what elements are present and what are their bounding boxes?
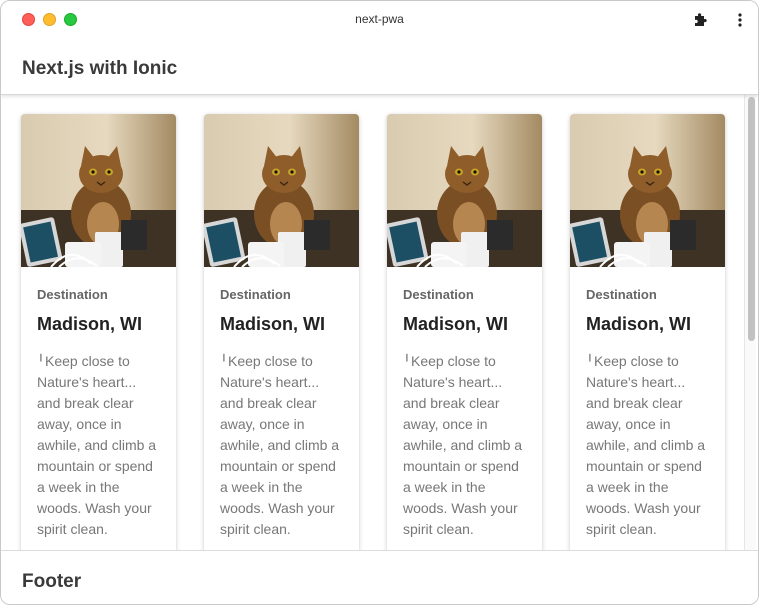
card-text-content: Keep close to Nature's heart... and brea… [403,353,523,537]
card-title: Madison, WI [586,314,691,334]
card-text-content: Keep close to Nature's heart... and brea… [220,353,340,537]
card-text: ╵Keep close to Nature's heart... and bre… [220,351,343,540]
card-title: Madison, WI [403,314,508,334]
page-title: Next.js with Ionic [22,58,178,79]
card-text: ╵Keep close to Nature's heart... and bre… [586,351,709,540]
destination-card[interactable]: Destination Madison, WI ╵Keep close to N… [21,114,176,550]
card-text: ╵Keep close to Nature's heart... and bre… [37,351,160,540]
card-body: Destination Madison, WI ╵Keep close to N… [570,267,725,540]
scrollbar-thumb[interactable] [748,97,755,341]
card-text-content: Keep close to Nature's heart... and brea… [37,353,157,537]
puzzle-piece-icon[interactable] [692,12,708,28]
destination-card[interactable]: Destination Madison, WI ╵Keep close to N… [570,114,725,550]
pin-icon: ╵ [586,354,594,369]
pin-icon: ╵ [403,354,411,369]
title-bar: next-pwa [1,1,758,39]
card-title: Madison, WI [37,314,142,334]
pin-icon: ╵ [220,354,228,369]
card-subtitle: Destination [586,287,657,302]
destination-card[interactable]: Destination Madison, WI ╵Keep close to N… [204,114,359,550]
card-subtitle: Destination [220,287,291,302]
card-body: Destination Madison, WI ╵Keep close to N… [387,267,542,540]
pin-icon: ╵ [37,354,45,369]
card-text-content: Keep close to Nature's heart... and brea… [586,353,706,537]
app-footer: Footer [1,550,758,604]
app-header: Next.js with Ionic [1,39,758,95]
card-image [204,114,359,267]
card-text: ╵Keep close to Nature's heart... and bre… [403,351,526,540]
card-body: Destination Madison, WI ╵Keep close to N… [21,267,176,540]
card-body: Destination Madison, WI ╵Keep close to N… [204,267,359,540]
card-image [21,114,176,267]
footer-title: Footer [22,571,82,592]
card-list: Destination Madison, WI ╵Keep close to N… [21,114,725,550]
card-title: Madison, WI [220,314,325,334]
card-subtitle: Destination [37,287,108,302]
kebab-menu-icon[interactable] [736,12,744,28]
card-subtitle: Destination [403,287,474,302]
content-area[interactable]: Destination Madison, WI ╵Keep close to N… [1,95,758,550]
vertical-scrollbar[interactable] [744,95,756,550]
window-title: next-pwa [355,12,404,26]
destination-card[interactable]: Destination Madison, WI ╵Keep close to N… [387,114,542,550]
browser-window: next-pwa Next.js with Ionic Destination … [0,0,759,605]
card-image [387,114,542,267]
card-image [570,114,725,267]
